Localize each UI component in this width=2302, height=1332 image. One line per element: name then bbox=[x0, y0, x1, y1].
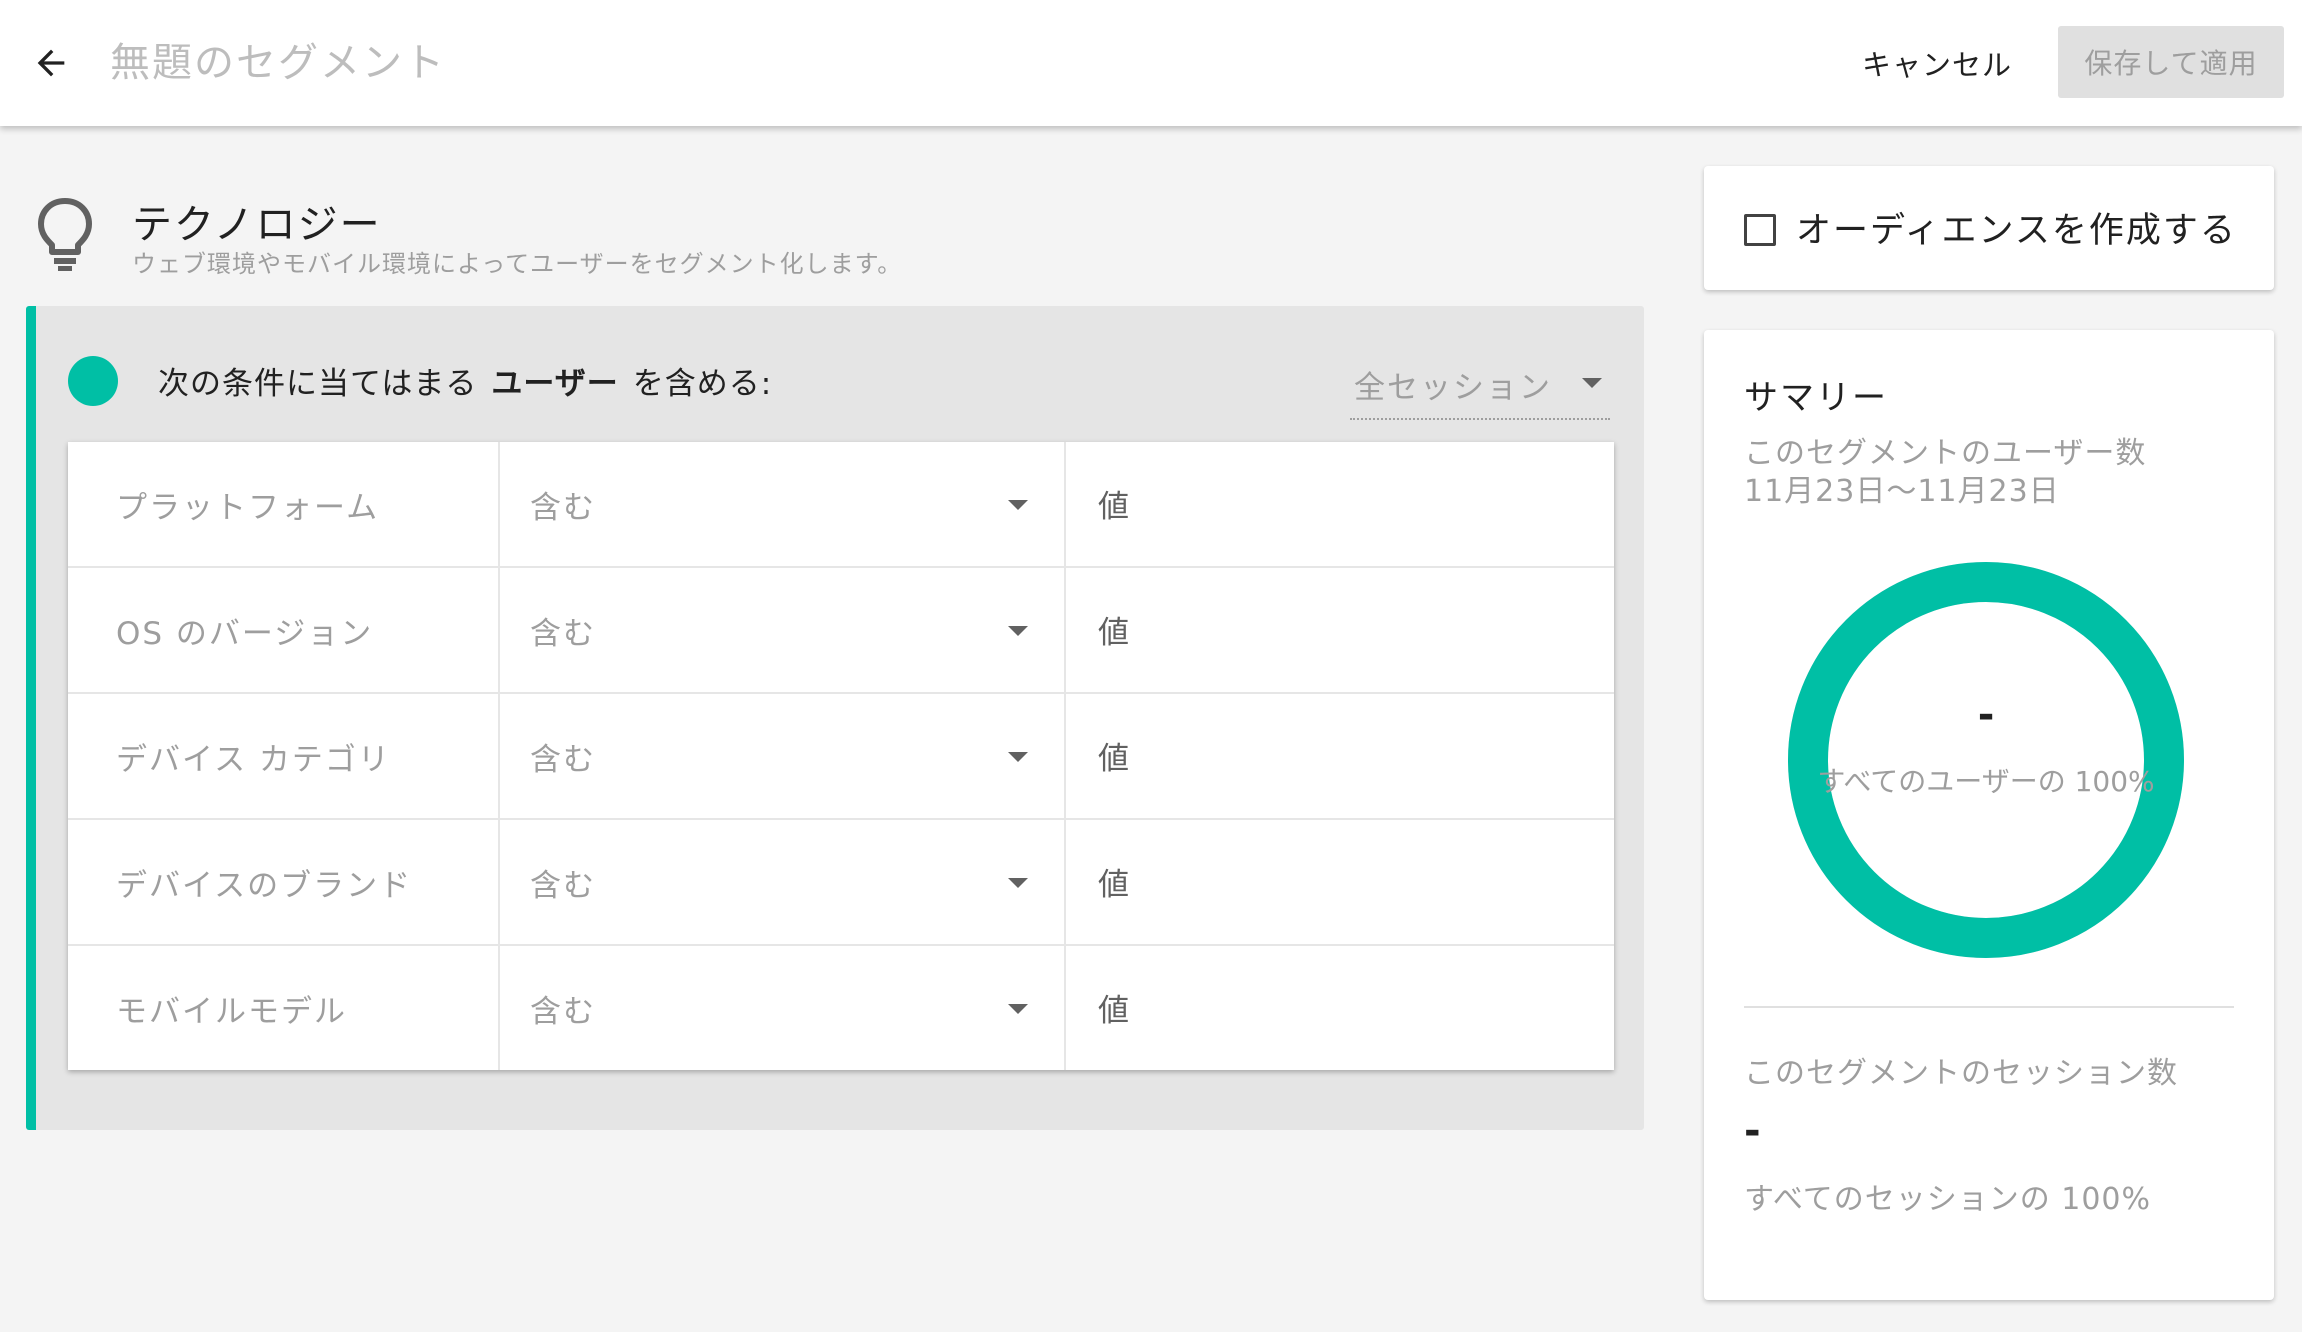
top-app-bar: キャンセル 保存して適用 bbox=[0, 0, 2302, 126]
chevron-down-icon bbox=[1008, 1004, 1028, 1014]
value-input[interactable] bbox=[1068, 820, 1614, 944]
chevron-down-icon bbox=[1582, 378, 1602, 388]
operator-dropdown[interactable]: 含む bbox=[500, 694, 1066, 818]
lightbulb-icon bbox=[38, 198, 92, 271]
table-row: OS のバージョン 含む bbox=[68, 568, 1614, 694]
dimension-label: デバイスのブランド bbox=[68, 820, 500, 944]
condition-statement: 次の条件に当てはまる ユーザー を含める: bbox=[158, 358, 772, 402]
chevron-down-icon bbox=[1008, 500, 1028, 510]
audience-card: オーディエンスを作成する bbox=[1704, 166, 2274, 290]
condition-indicator-dot bbox=[68, 356, 118, 406]
create-audience-checkbox[interactable] bbox=[1744, 214, 1776, 246]
table-row: モバイルモデル 含む bbox=[68, 946, 1614, 1070]
operator-dropdown[interactable]: 含む bbox=[500, 946, 1066, 1070]
arrow-left-icon bbox=[37, 49, 65, 77]
dimension-label: OS のバージョン bbox=[68, 568, 500, 692]
section-title: テクノロジー bbox=[132, 202, 382, 248]
operator-label: 含む bbox=[530, 993, 596, 1030]
save-and-apply-button[interactable]: 保存して適用 bbox=[2058, 26, 2284, 98]
value-input[interactable] bbox=[1068, 442, 1614, 566]
cancel-button[interactable]: キャンセル bbox=[1850, 30, 2024, 96]
date-range: 11月23日〜11月23日 bbox=[1744, 474, 2060, 509]
segment-name-input[interactable] bbox=[110, 30, 1010, 96]
table-row: デバイスのブランド 含む bbox=[68, 820, 1614, 946]
condition-target: ユーザー bbox=[491, 365, 619, 402]
chevron-down-icon bbox=[1008, 878, 1028, 888]
segment-sessions-label: このセグメントのセッション数 bbox=[1744, 1056, 2178, 1091]
scope-dropdown-label: 全セッション bbox=[1354, 370, 1552, 406]
create-audience-label[interactable]: オーディエンスを作成する bbox=[1796, 202, 2237, 253]
dimension-label: プラットフォーム bbox=[68, 442, 500, 566]
summary-divider bbox=[1744, 1006, 2234, 1008]
value-input[interactable] bbox=[1068, 568, 1614, 692]
condition-prefix: 次の条件に当てはまる bbox=[158, 365, 478, 402]
chevron-down-icon bbox=[1008, 626, 1028, 636]
sessions-percent-label: すべてのセッションの 100% bbox=[1744, 1182, 2152, 1217]
operator-dropdown[interactable]: 含む bbox=[500, 568, 1066, 692]
table-row: プラットフォーム 含む bbox=[68, 442, 1614, 568]
sessions-value: - bbox=[1744, 1108, 1761, 1154]
back-button[interactable] bbox=[18, 30, 84, 96]
operator-dropdown[interactable]: 含む bbox=[500, 820, 1066, 944]
condition-table: プラットフォーム 含む OS のバージョン 含む デバイス カテゴリ 含む デバ… bbox=[68, 442, 1614, 1070]
section-description: ウェブ環境やモバイル環境によってユーザーをセグメント化します。 bbox=[132, 250, 903, 278]
operator-dropdown[interactable]: 含む bbox=[500, 442, 1066, 566]
dimension-label: デバイス カテゴリ bbox=[68, 694, 500, 818]
operator-label: 含む bbox=[530, 615, 596, 652]
dimension-label: モバイルモデル bbox=[68, 946, 500, 1070]
value-input[interactable] bbox=[1068, 946, 1614, 1070]
value-input[interactable] bbox=[1068, 694, 1614, 818]
operator-label: 含む bbox=[530, 489, 596, 526]
summary-title: サマリー bbox=[1744, 378, 1888, 418]
users-value: - bbox=[1977, 692, 1995, 738]
scope-dropdown[interactable]: 全セッション bbox=[1350, 352, 1610, 420]
condition-suffix: を含める: bbox=[632, 365, 773, 402]
table-row: デバイス カテゴリ 含む bbox=[68, 694, 1614, 820]
chevron-down-icon bbox=[1008, 752, 1028, 762]
summary-card: サマリー このセグメントのユーザー数 11月23日〜11月23日 - すべてのユ… bbox=[1704, 330, 2274, 1300]
operator-label: 含む bbox=[530, 741, 596, 778]
users-percent-label: すべてのユーザーの 100% bbox=[1817, 765, 2155, 798]
operator-label: 含む bbox=[530, 867, 596, 904]
